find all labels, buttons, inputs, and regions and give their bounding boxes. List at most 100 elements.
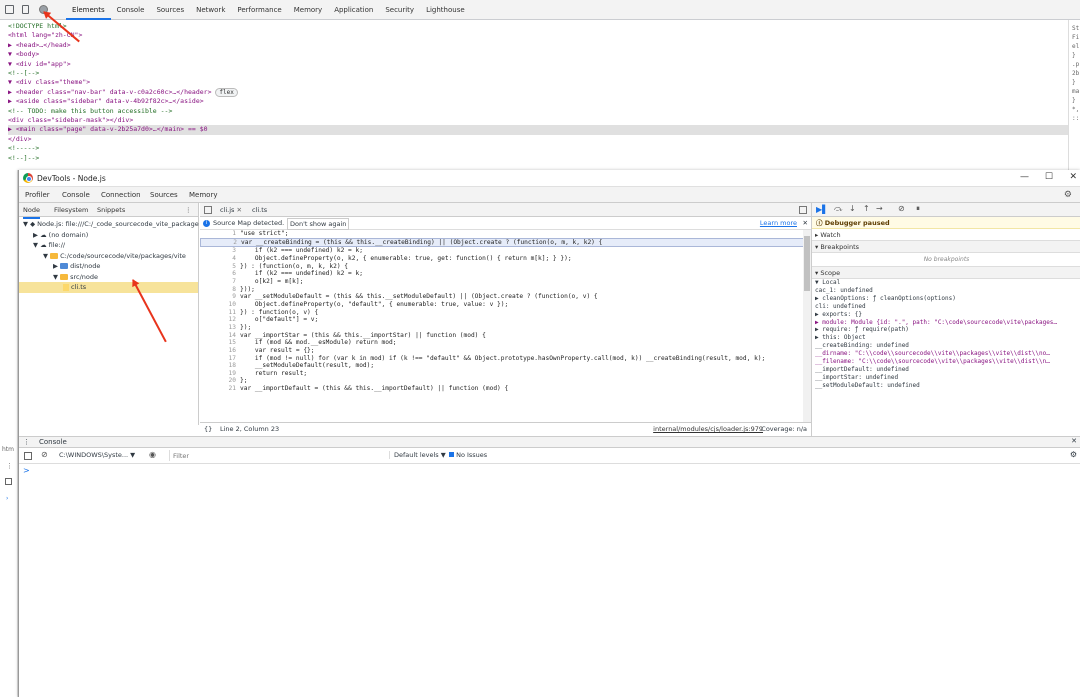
inspect-element-icon[interactable]	[5, 5, 14, 14]
bg-tab-sources[interactable]: Sources	[150, 0, 190, 20]
dom-node[interactable]: ▶ <head>…</head>	[8, 41, 1068, 50]
code-line[interactable]: 12 o["default"] = v;	[200, 316, 811, 324]
close-tab-icon[interactable]: ✕	[237, 206, 242, 214]
tab-profiler[interactable]: Profiler	[25, 187, 50, 203]
toggle-debugger-icon[interactable]	[799, 206, 807, 214]
scope-variable[interactable]: ▶ cleanOptions: ƒ cleanOptions(options)	[815, 295, 1080, 303]
pretty-print-icon[interactable]: {}	[204, 423, 212, 435]
scope-variable[interactable]: __importStar: undefined	[815, 374, 1080, 382]
scope-variable[interactable]: __importDefault: undefined	[815, 366, 1080, 374]
line-number[interactable]: 11	[200, 309, 240, 317]
gear-icon[interactable]: ⚙	[1064, 190, 1072, 200]
line-number[interactable]: 6	[200, 270, 240, 278]
breakpoints-section[interactable]: ▾ Breakpoints	[812, 241, 1080, 253]
bg-tab-application[interactable]: Application	[328, 0, 379, 20]
line-number[interactable]: 21	[200, 385, 240, 393]
drawer-menu-icon[interactable]: ⋮	[23, 438, 30, 446]
scope-variable[interactable]: ▶ this: Object	[815, 334, 1080, 342]
line-number[interactable]: 5	[200, 263, 240, 271]
dom-node[interactable]: ▼ <body>	[8, 50, 1068, 59]
code-line[interactable]: 17 if (mod != null) for (var k in mod) i…	[200, 355, 811, 363]
line-number[interactable]: 2	[201, 239, 241, 247]
dom-node[interactable]: <!--[-->	[8, 69, 1068, 78]
code-line[interactable]: 18 __setModuleDefault(result, mod);	[200, 362, 811, 370]
tree-item[interactable]: cli.ts	[19, 282, 198, 293]
maximize-button[interactable]: ☐	[1045, 172, 1053, 182]
nav-tab-filesystem[interactable]: Filesystem	[54, 203, 88, 217]
code-line[interactable]: 13});	[200, 324, 811, 332]
watch-section[interactable]: ▸ Watch	[812, 229, 1080, 241]
line-number[interactable]: 3	[200, 247, 240, 255]
issues-counter[interactable]: No Issues	[449, 451, 487, 459]
scope-variable[interactable]: cac_1: undefined	[815, 287, 1080, 295]
dont-show-again-button[interactable]: Don't show again	[287, 218, 350, 230]
dom-node[interactable]: ▶ <aside class="sidebar" data-v-4b92f82c…	[8, 97, 1068, 106]
tab-connection[interactable]: Connection	[101, 187, 141, 203]
toggle-navigator-icon[interactable]	[204, 206, 212, 214]
dom-node[interactable]: <!DOCTYPE html>	[8, 22, 1068, 31]
tab-console[interactable]: Console	[62, 187, 90, 203]
bg-tab-performance[interactable]: Performance	[231, 0, 287, 20]
code-line[interactable]: 6 if (k2 === undefined) k2 = k;	[200, 270, 811, 278]
editor-scrollbar[interactable]	[803, 230, 811, 422]
dom-node[interactable]: <div class="sidebar-mask"></div>	[8, 116, 1068, 125]
bg-tab-memory[interactable]: Memory	[288, 0, 328, 20]
code-line[interactable]: 1 "use strict";	[200, 230, 811, 238]
tree-toggle-icon[interactable]: ▼	[43, 252, 50, 260]
dom-node[interactable]: </div>	[8, 135, 1068, 144]
scope-variable[interactable]: ▶ module: Module {id: ".", path: "C:\cod…	[815, 319, 1080, 327]
scope-variable[interactable]: __createBinding: undefined	[815, 342, 1080, 350]
tab-memory[interactable]: Memory	[189, 187, 217, 203]
scope-variable[interactable]: ▶ exports: {}	[815, 311, 1080, 319]
line-number[interactable]: 9	[200, 293, 240, 301]
editor-tab-cli-ts[interactable]: cli.ts	[252, 203, 267, 217]
close-drawer-icon[interactable]: ✕	[1071, 437, 1077, 445]
tree-item[interactable]: ▼ ◆ Node.js: file:///C:/_code_sourcecode…	[19, 219, 199, 230]
scope-variable[interactable]: __dirname: "C:\\code\\sourcecode\\vite\\…	[815, 350, 1080, 358]
code-line[interactable]: 10 Object.defineProperty(o, "default", {…	[200, 301, 811, 309]
scrollbar-thumb[interactable]	[804, 236, 810, 291]
code-line[interactable]: 11}) : function(o, v) {	[200, 309, 811, 317]
console-settings-icon[interactable]: ⚙	[1070, 450, 1077, 459]
line-number[interactable]: 4	[200, 255, 240, 263]
line-number[interactable]: 12	[200, 316, 240, 324]
flex-badge[interactable]: flex	[215, 87, 238, 97]
tree-item[interactable]: ▶ ☁ (no domain)	[19, 230, 198, 241]
scope-variable[interactable]: ▼ Local	[815, 279, 1080, 287]
code-line[interactable]: 8}));	[200, 286, 811, 294]
line-number[interactable]: 16	[200, 347, 240, 355]
scope-variable[interactable]: __filename: "C:\\code\\sourcecode\\vite\…	[815, 358, 1080, 366]
code-line[interactable]: 2 var __createBinding = (this && this.__c…	[200, 237, 811, 248]
learn-more-link[interactable]: Learn more	[760, 217, 797, 230]
dom-node[interactable]: ▶ <header class="nav-bar" data-v-c0a2c60…	[8, 87, 1068, 97]
dom-node[interactable]: <!--]-->	[8, 154, 1068, 163]
resume-icon[interactable]: ▶▌	[816, 205, 828, 214]
eye-icon[interactable]: ◉	[149, 450, 156, 459]
code-line[interactable]: 21 var __importDefault = (this && this.__…	[200, 385, 811, 393]
tree-item[interactable]: ▼ C:/code/sourcecode/vite/packages/vite	[19, 251, 198, 262]
nav-tab-node[interactable]: Node	[23, 203, 40, 219]
scope-variable[interactable]: ▶ require: ƒ require(path)	[815, 326, 1080, 334]
step-icon[interactable]: →	[876, 204, 883, 213]
step-into-icon[interactable]: ↓	[849, 204, 856, 213]
bg-tab-console[interactable]: Console	[111, 0, 151, 20]
line-number[interactable]: 13	[200, 324, 240, 332]
tree-item[interactable]: ▼ ☁ file://	[19, 240, 198, 251]
line-number[interactable]: 1	[200, 230, 240, 238]
console-sidebar-icon[interactable]	[24, 452, 32, 460]
scope-variable[interactable]: cli: undefined	[815, 303, 1080, 311]
close-button[interactable]: ✕	[1069, 172, 1077, 182]
bg-tab-security[interactable]: Security	[379, 0, 420, 20]
scope-section[interactable]: ▾ Scope	[812, 267, 1080, 279]
line-number[interactable]: 10	[200, 301, 240, 309]
line-number[interactable]: 18	[200, 362, 240, 370]
pause-on-exceptions-icon[interactable]: ⏸	[916, 204, 920, 214]
code-line[interactable]: 3 if (k2 === undefined) k2 = k;	[200, 247, 811, 255]
more-options-icon[interactable]: ⋮	[185, 203, 192, 217]
bg-tab-lighthouse[interactable]: Lighthouse	[420, 0, 471, 20]
code-line[interactable]: 4 Object.defineProperty(o, k2, { enumera…	[200, 255, 811, 263]
context-selector[interactable]: C:\WINDOWS\Syste... ▼	[59, 451, 135, 459]
line-number[interactable]: 17	[200, 355, 240, 363]
dom-node[interactable]: ▼ <div id="app">	[8, 60, 1068, 69]
tree-item[interactable]: ▶ dist/node	[19, 261, 198, 272]
